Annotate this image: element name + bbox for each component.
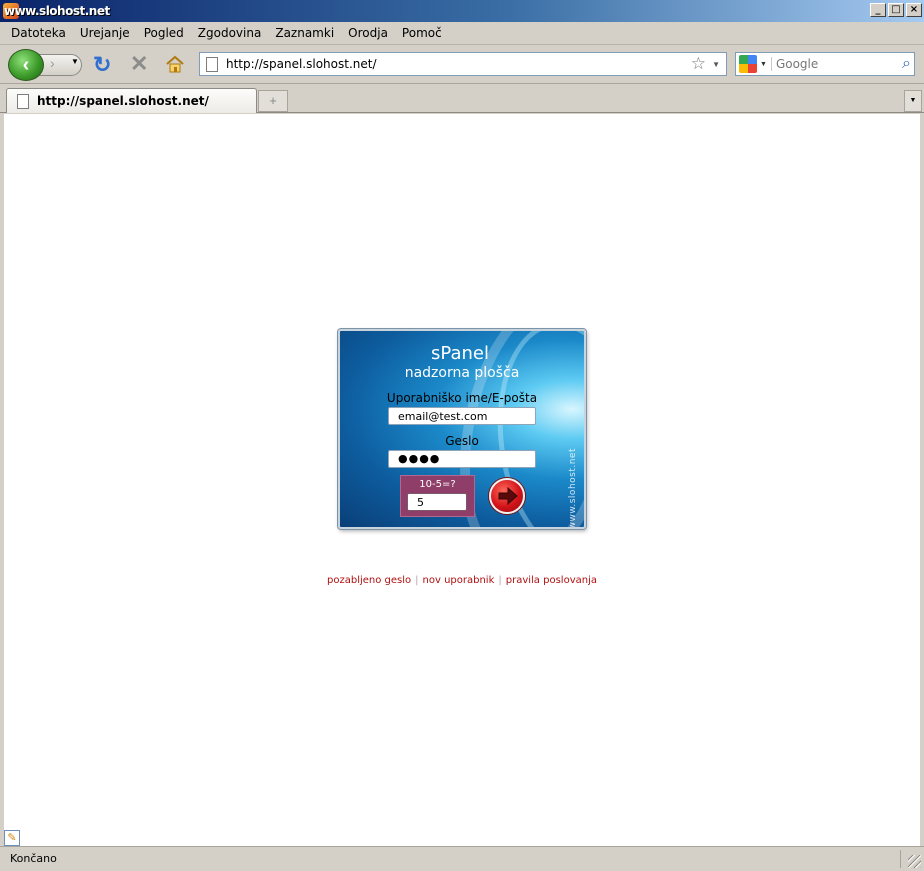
status-bar: Končano — [0, 846, 924, 871]
resize-grip-icon[interactable] — [908, 855, 921, 868]
new-tab-button[interactable]: + — [258, 90, 288, 112]
menu-zaznamki[interactable]: Zaznamki — [268, 26, 341, 40]
tab-bar: http://spanel.slohost.net/ + ▼ — [0, 85, 924, 113]
maximize-button[interactable]: □ — [888, 3, 904, 17]
minimize-button[interactable]: _ — [870, 3, 886, 17]
terms-link[interactable]: pravila poslovanja — [506, 575, 597, 586]
tab-spanel[interactable]: http://spanel.slohost.net/ — [6, 88, 257, 113]
link-separator: | — [498, 575, 502, 586]
password-label: Geslo — [445, 434, 479, 448]
captcha-question: 10-5=? — [419, 479, 456, 490]
watermark: www.slohost.net — [568, 448, 578, 529]
footer-links: pozabljeno geslo | nov uporabnik | pravila p… — [4, 575, 920, 586]
menu-pogled[interactable]: Pogled — [137, 26, 191, 40]
back-button[interactable]: ‹ — [8, 49, 44, 81]
menu-orodja[interactable]: Orodja — [341, 26, 395, 40]
tab-list-dropdown-icon[interactable]: ▼ — [904, 90, 922, 112]
captcha-field[interactable]: 5 — [407, 493, 467, 511]
password-field[interactable]: ●●●● — [388, 450, 536, 468]
menu-datoteka[interactable]: Datoteka — [4, 26, 73, 40]
page-icon — [17, 93, 29, 109]
history-dropdown-icon[interactable]: ▼ — [71, 57, 79, 66]
search-box[interactable]: ▼ Google ⌕ — [735, 52, 915, 76]
search-engine-dropdown-icon[interactable]: ▼ — [760, 61, 767, 68]
window-title: www.slohost.net — [4, 4, 110, 18]
link-separator: | — [415, 575, 419, 586]
address-bar[interactable]: http://spanel.slohost.net/ ☆ ▼ — [199, 52, 727, 76]
forward-arrow-icon: › — [50, 55, 55, 71]
url-input[interactable]: http://spanel.slohost.net/ — [226, 57, 726, 71]
username-field[interactable]: email@test.com — [388, 407, 536, 425]
search-input[interactable]: Google — [770, 57, 902, 71]
title-bar: www.slohost.net _ □ × — [0, 0, 924, 22]
close-button[interactable]: × — [906, 3, 922, 17]
navigation-toolbar: › ▼ ‹ ↻ ✕ http://spanel.slohost.net/ ☆ ▼… — [0, 46, 924, 84]
login-panel: sPanel nadzorna plošča Uporabniško ime/E… — [338, 329, 586, 529]
page-icon — [206, 56, 218, 72]
panel-title: sPanel — [431, 343, 489, 364]
panel-subtitle: nadzorna plošča — [404, 365, 520, 381]
url-dropdown-icon[interactable]: ▼ — [712, 60, 720, 69]
tab-label: http://spanel.slohost.net/ — [37, 94, 209, 108]
menu-pomoc[interactable]: Pomoč — [395, 26, 449, 40]
edit-icon[interactable]: ✎ — [4, 830, 20, 846]
menu-zgodovina[interactable]: Zgodovina — [191, 26, 269, 40]
new-user-link[interactable]: nov uporabnik — [423, 575, 495, 586]
bookmark-star-icon[interactable]: ☆ — [691, 54, 706, 74]
search-icon[interactable]: ⌕ — [902, 55, 911, 73]
menu-bar: Datoteka Urejanje Pogled Zgodovina Zazna… — [0, 22, 924, 45]
login-submit-button[interactable] — [489, 478, 525, 514]
page-content: sPanel nadzorna plošča Uporabniško ime/E… — [4, 114, 920, 846]
arrow-right-icon — [498, 486, 518, 506]
forgot-password-link[interactable]: pozabljeno geslo — [327, 575, 411, 586]
username-label: Uporabniško ime/E-pošta — [386, 391, 538, 405]
captcha-box: 10-5=? 5 — [400, 475, 475, 517]
status-divider — [900, 850, 901, 868]
window-controls: _ □ × — [870, 3, 922, 17]
back-arrow-icon: ‹ — [22, 53, 30, 76]
status-text: Končano — [10, 852, 57, 865]
reload-icon[interactable]: ↻ — [93, 54, 111, 76]
google-icon[interactable] — [739, 55, 757, 73]
home-icon[interactable] — [165, 54, 185, 74]
menu-urejanje[interactable]: Urejanje — [73, 26, 137, 40]
stop-icon[interactable]: ✕ — [130, 53, 148, 75]
